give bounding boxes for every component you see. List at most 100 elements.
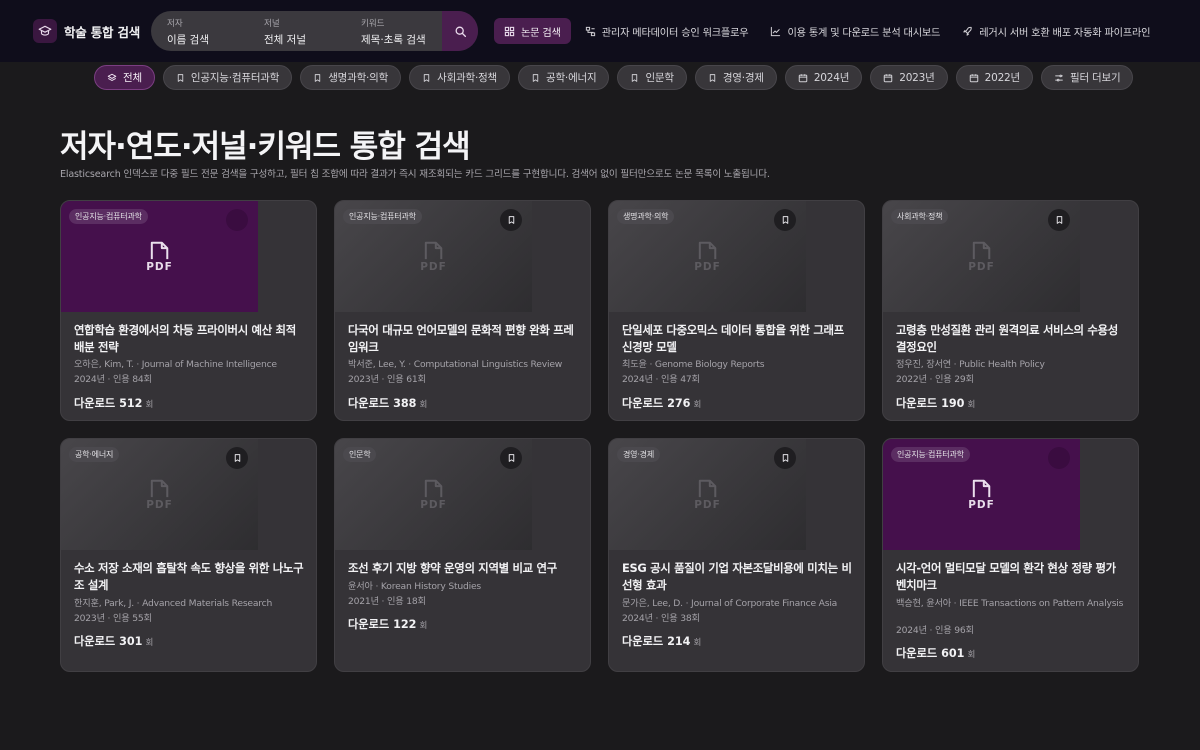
chip-label: 인문학 [645, 72, 674, 84]
chip-label: 2022년 [984, 72, 1021, 84]
paper-card[interactable]: 인공지능·컴퓨터과학 PDF 시각-언어 멀티모달 모델의 환각 현상 정량 평… [882, 438, 1139, 672]
search-icon [455, 26, 466, 37]
nav-label: 이용 통계 및 다운로드 분석 대시보드 [787, 27, 941, 39]
chip-label: 사회과학·정책 [437, 72, 498, 84]
main-nav: 논문 검색 관리자 메타데이터 승인 워크플로우 이용 통계 및 다운로드 분석… [494, 18, 1172, 44]
bookmark-button[interactable] [226, 447, 248, 469]
bookmark-button[interactable] [500, 447, 522, 469]
author-search-field[interactable]: 저자 이름 검색 [151, 11, 248, 51]
bookmark-icon [782, 454, 788, 462]
filter-more-button[interactable]: 필터 더보기 [1041, 65, 1134, 90]
filter-chip-business[interactable]: 경영·경제 [694, 65, 777, 90]
paper-authors-journal: 최도윤 · Genome Biology Reports [622, 359, 765, 370]
paper-title[interactable]: 조선 후기 지방 향약 운영의 지역별 비교 연구 [348, 560, 580, 577]
filter-chip-social-science[interactable]: 사회과학·정책 [409, 65, 511, 90]
journal-search-field[interactable]: 저널 전체 저널 [248, 11, 345, 51]
bookmark-icon [508, 216, 514, 224]
bookmark-button[interactable] [1048, 209, 1070, 231]
filter-chip-life-science[interactable]: 생명과학·의학 [300, 65, 402, 90]
workflow-icon [585, 26, 595, 36]
paper-authors-journal: 백승현, 윤서아 · IEEE Transactions on Pattern … [896, 598, 1124, 609]
bookmark-button[interactable] [774, 209, 796, 231]
bookmark-icon [234, 454, 240, 462]
paper-authors-journal: 윤서아 · Korean History Studies [348, 581, 481, 592]
filter-chip-engineering[interactable]: 공학·에너지 [518, 65, 610, 90]
paper-thumbnail: 인문학 PDF [335, 439, 532, 550]
filter-chip-all[interactable]: 전체 [94, 65, 155, 90]
download-count: 다운로드 388 회 [348, 397, 428, 410]
paper-card[interactable]: 인공지능·컴퓨터과학 PDF 연합학습 환경에서의 차등 프라이버시 예산 최적… [60, 200, 317, 421]
paper-card[interactable]: 공학·에너지 PDF 수소 저장 소재의 흡탈착 속도 향상을 위한 나노구조 … [60, 438, 317, 672]
nav-admin-workflow[interactable]: 관리자 메타데이터 승인 워크플로우 [585, 18, 749, 44]
filter-chip-humanities[interactable]: 인문학 [617, 65, 687, 90]
paper-title[interactable]: 고령층 만성질환 관리 원격의료 서비스의 수용성 결정요인 [896, 322, 1128, 356]
paper-authors-journal: 정우진, 장서연 · Public Health Policy [896, 359, 1045, 370]
bookmark-icon [315, 73, 321, 82]
nav-label: 관리자 메타데이터 승인 워크플로우 [601, 27, 749, 39]
nav-label: 레거시 서버 호환 배포 자동화 파이프라인 [979, 27, 1151, 39]
brand-title: 학술 통합 검색 [64, 24, 141, 40]
paper-card[interactable]: 인문학 PDF 조선 후기 지방 향약 운영의 지역별 비교 연구 윤서아 · … [334, 438, 591, 672]
filter-chip-2024[interactable]: 2024년 [784, 65, 863, 90]
search-button[interactable] [442, 11, 478, 51]
paper-card[interactable]: 생명과학·의학 PDF 단일세포 다중오믹스 데이터 통합을 위한 그래프 신경… [608, 200, 865, 421]
paper-title[interactable]: 단일세포 다중오믹스 데이터 통합을 위한 그래프 신경망 모델 [622, 322, 854, 356]
download-count: 다운로드 301 회 [74, 635, 154, 648]
nav-usage-dashboard[interactable]: 이용 통계 및 다운로드 분석 대시보드 [770, 18, 940, 44]
category-badge: 인문학 [343, 447, 377, 462]
bookmark-icon [177, 73, 184, 82]
bookmark-button[interactable] [774, 447, 796, 469]
paper-year-citations: 2024년 · 인용 84회 [74, 374, 152, 385]
layers-icon [107, 73, 117, 81]
paper-thumbnail: 인공지능·컴퓨터과학 PDF [61, 201, 258, 312]
paper-year-citations: 2023년 · 인용 61회 [348, 374, 426, 385]
paper-title[interactable]: 수소 저장 소재의 흡탈착 속도 향상을 위한 나노구조 설계 [74, 560, 306, 594]
nav-paper-search[interactable]: 논문 검색 [494, 18, 571, 44]
paper-title[interactable]: 연합학습 환경에서의 차등 프라이버시 예산 최적 배분 전략 [74, 322, 306, 356]
paper-card[interactable]: 경영·경제 PDF ESG 공시 품질이 기업 자본조달비용에 미치는 비선형 … [608, 438, 865, 672]
category-badge: 인공지능·컴퓨터과학 [343, 209, 422, 224]
filter-chip-2023[interactable]: 2023년 [870, 65, 948, 90]
pdf-icon: PDF [968, 240, 995, 273]
chip-label: 경영·경제 [722, 72, 764, 84]
top-navigation-bar: 학술 통합 검색 저자 이름 검색 저널 전체 저널 키워드 제목·초록 검색 … [0, 0, 1200, 62]
pdf-icon: PDF [968, 478, 995, 511]
category-badge: 인공지능·컴퓨터과학 [69, 209, 148, 224]
author-field-label: 저자 [167, 19, 183, 29]
paper-title[interactable]: 다국어 대규모 언어모델의 문화적 편향 완화 프레임워크 [348, 322, 580, 356]
keyword-search-field[interactable]: 키워드 제목·초록 검색 [345, 11, 442, 51]
paper-title[interactable]: ESG 공시 품질이 기업 자본조달비용에 미치는 비선형 효과 [622, 560, 854, 594]
bookmark-button[interactable] [500, 209, 522, 231]
paper-card[interactable]: 인공지능·컴퓨터과학 PDF 다국어 대규모 언어모델의 문화적 편향 완화 프… [334, 200, 591, 421]
chip-label: 2024년 [813, 72, 850, 84]
paper-authors-journal: 한지훈, Park, J. · Advanced Materials Resea… [74, 598, 273, 609]
pdf-icon: PDF [420, 240, 447, 273]
brand[interactable]: 학술 통합 검색 [33, 19, 151, 43]
filter-chip-2022[interactable]: 2022년 [955, 65, 1033, 90]
nav-deploy-pipeline[interactable]: 레거시 서버 호환 배포 자동화 파이프라인 [962, 18, 1151, 44]
calendar-icon [969, 73, 978, 82]
search-bar: 저자 이름 검색 저널 전체 저널 키워드 제목·초록 검색 [151, 11, 478, 51]
paper-title[interactable]: 시각-언어 멀티모달 모델의 환각 현상 정량 평가 벤치마크 [896, 560, 1128, 594]
category-badge: 사회과학·정책 [891, 209, 949, 224]
bookmark-button[interactable] [1048, 447, 1070, 469]
paper-year-citations: 2023년 · 인용 55회 [74, 613, 152, 624]
download-count: 다운로드 276 회 [622, 397, 702, 410]
paper-card[interactable]: 사회과학·정책 PDF 고령층 만성질환 관리 원격의료 서비스의 수용성 결정… [882, 200, 1139, 421]
filter-chip-ai-cs[interactable]: 인공지능·컴퓨터과학 [162, 65, 293, 90]
paper-thumbnail: 경영·경제 PDF [609, 439, 806, 550]
pdf-icon: PDF [146, 478, 173, 511]
paper-year-citations: 2022년 · 인용 29회 [896, 374, 974, 385]
bookmark-icon [423, 73, 430, 82]
paper-thumbnail: 사회과학·정책 PDF [883, 201, 1080, 312]
paper-year-citations: 2024년 · 인용 47회 [622, 374, 700, 385]
category-badge: 인공지능·컴퓨터과학 [891, 447, 970, 462]
paper-year-citations: 2021년 · 인용 18회 [348, 596, 426, 607]
download-count: 다운로드 512 회 [74, 397, 154, 410]
filter-chip-bar: 전체 인공지능·컴퓨터과학 생명과학·의학 사회과학·정책 공학·에너지 인문학… [94, 65, 1141, 90]
bookmark-button[interactable] [226, 209, 248, 231]
journal-field-value: 전체 저널 [264, 34, 306, 46]
paper-authors-journal: 오하은, Kim, T. · Journal of Machine Intell… [74, 359, 277, 370]
chip-label: 생명과학·의학 [328, 72, 389, 84]
chip-label: 2023년 [899, 72, 935, 84]
